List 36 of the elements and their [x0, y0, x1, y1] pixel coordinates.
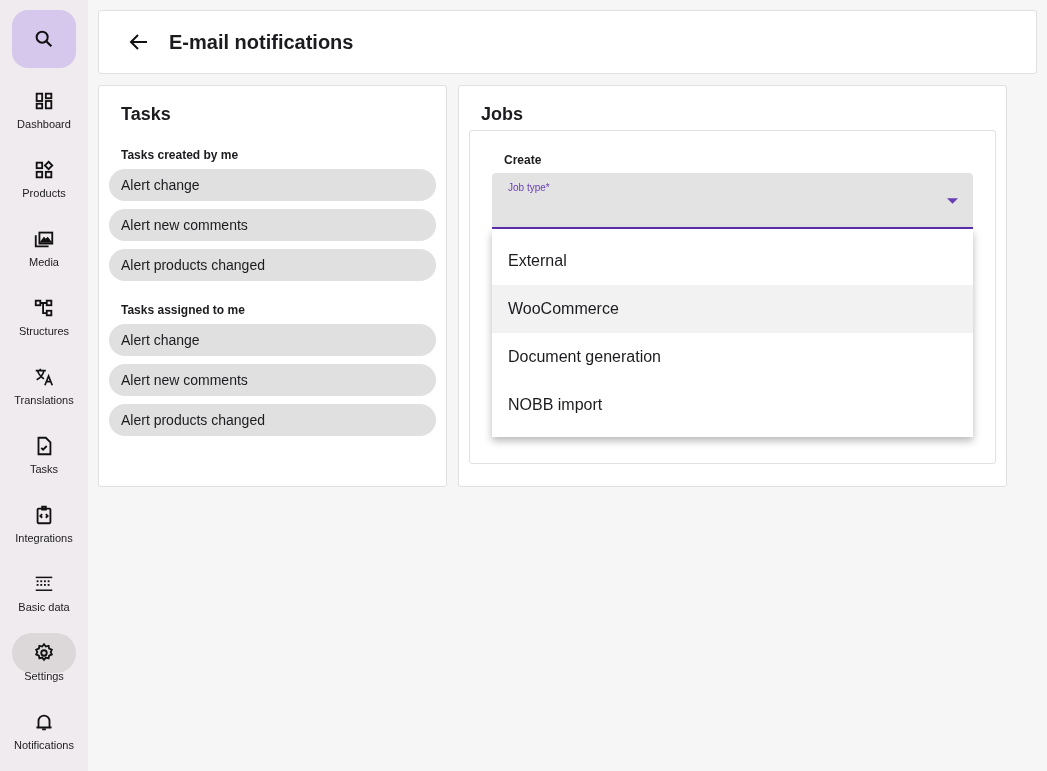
nav-label[interactable]: Media [29, 256, 59, 268]
task-chip[interactable]: Alert new comments [109, 209, 436, 241]
task-chip[interactable]: Alert change [109, 169, 436, 201]
menu-option[interactable]: WooCommerce [492, 285, 973, 333]
nav-label[interactable]: Products [22, 187, 66, 199]
group-title: Tasks assigned to me [121, 303, 246, 317]
nav-label[interactable]: Structures [18, 325, 70, 337]
caret-icon [947, 198, 958, 204]
menu-option[interactable]: Document generation [492, 333, 973, 381]
search-button[interactable] [12, 10, 76, 68]
tree-structure-icon [33, 297, 55, 319]
task-chip[interactable]: Alert change [109, 324, 436, 356]
shapes-icon [33, 159, 55, 181]
nav-label[interactable]: Translations [14, 394, 74, 406]
card-title: Jobs [481, 104, 524, 125]
card-title: Tasks [121, 104, 172, 125]
nav-label[interactable]: Dashboard [17, 118, 71, 130]
menu-option[interactable]: NOBB import [492, 381, 973, 429]
page-title: E-mail notifications [169, 30, 354, 54]
settings-icon [33, 642, 55, 664]
translate-icon [33, 366, 55, 388]
task-chip[interactable]: Alert products changed [109, 249, 436, 281]
nav-label[interactable]: Integrations [15, 532, 73, 544]
dashboard-icon [33, 90, 55, 112]
task-chip[interactable]: Alert products changed [109, 404, 436, 436]
task-chip[interactable]: Alert new comments [109, 364, 436, 396]
nav-label[interactable]: Basic data [18, 601, 70, 613]
nav-label[interactable]: Notifications [14, 739, 74, 751]
nav-label[interactable]: Tasks [29, 463, 59, 475]
section-title: Create [504, 153, 543, 167]
nav-button[interactable] [12, 633, 76, 673]
menu-option[interactable]: External [492, 237, 973, 285]
search-icon [33, 28, 55, 50]
group-title: Tasks created by me [121, 148, 240, 162]
nav-label[interactable]: Settings [24, 670, 64, 682]
job-type-select[interactable]: Job type* [492, 173, 973, 229]
